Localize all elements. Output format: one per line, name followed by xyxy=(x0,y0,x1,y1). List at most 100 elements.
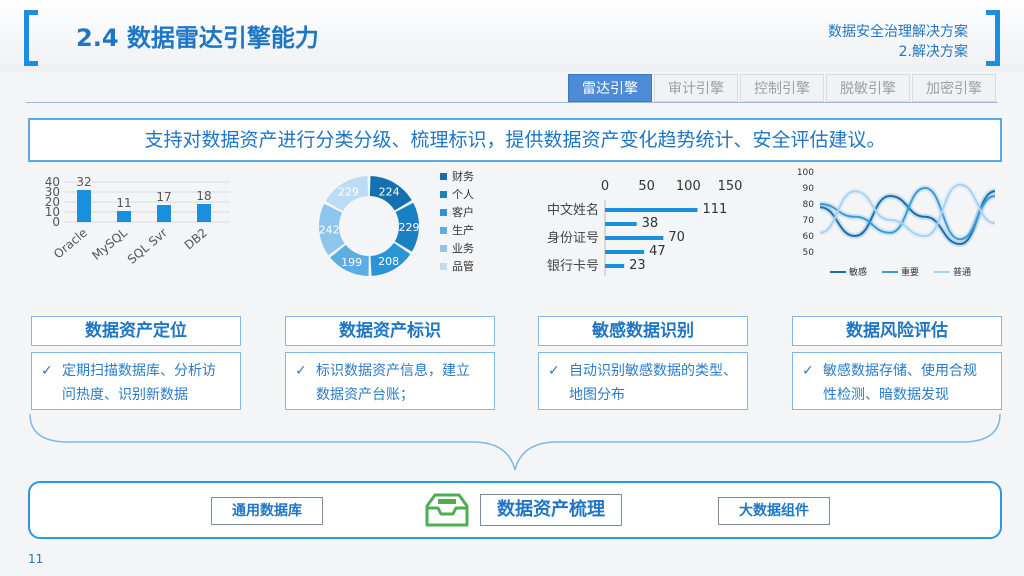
x-tick-label: DB2 xyxy=(182,226,210,253)
y-tick-label: 60 xyxy=(803,232,815,242)
legend-swatch xyxy=(440,209,447,216)
legend-label: 客户 xyxy=(452,205,474,219)
y-tick-label: 100 xyxy=(797,168,814,178)
tab-audit-engine[interactable]: 审计引擎 xyxy=(654,74,738,102)
page-title: 2.4 数据雷达引擎能力 xyxy=(76,24,319,52)
legend-swatch xyxy=(440,173,447,180)
asset-inventory-tag: 数据资产梳理 xyxy=(480,494,622,526)
card-text-line2: 问热度、识别新数据 xyxy=(62,387,188,403)
card-text-line2: 地图分布 xyxy=(569,387,625,403)
card-body-risk-assessment: ✓ 敏感数据存储、使用合规 性检测、暗数据发现 xyxy=(792,352,1002,410)
bar xyxy=(605,236,664,240)
bar xyxy=(605,222,637,226)
legend-label: 生产 xyxy=(452,223,474,237)
section-subtitle: 数据安全治理解决方案 2.解决方案 xyxy=(828,22,968,62)
data-label: 23 xyxy=(629,258,646,273)
legend-label: 重要 xyxy=(901,266,919,278)
card-title-sensitive-detection: 敏感数据识别 xyxy=(538,316,748,346)
engine-tabs: 雷达引擎 审计引擎 控制引擎 脱敏引擎 加密引擎 xyxy=(568,74,996,102)
y-tick-label: 银行卡号 xyxy=(547,259,599,274)
card-title-risk-assessment: 数据风险评估 xyxy=(792,316,1002,346)
card-body-asset-tagging: ✓ 标识数据资产信息，建立 数据资产台账； xyxy=(285,352,495,410)
card-text-line1: 敏感数据存储、使用合规 xyxy=(823,363,977,379)
data-label: 11 xyxy=(116,196,131,210)
data-label: 32 xyxy=(76,175,91,189)
slice-label: 199 xyxy=(341,256,362,269)
right-bracket xyxy=(986,10,1000,66)
bar xyxy=(117,211,131,222)
y-tick-label: 70 xyxy=(803,216,815,226)
slice-label: 224 xyxy=(379,185,400,198)
page-number: 11 xyxy=(28,552,44,566)
card-text-line1: 自动识别敏感数据的类型、 xyxy=(569,363,737,379)
trend-line-chart: 100 90 80 70 60 50 敏感 重要 普通 xyxy=(797,168,996,278)
data-label: 38 xyxy=(642,216,659,231)
card-text-line2: 数据资产台账； xyxy=(316,387,414,403)
y-tick-label: 中文姓名 xyxy=(547,202,599,218)
card-title-asset-location: 数据资产定位 xyxy=(31,316,241,346)
data-label: 47 xyxy=(649,244,666,259)
x-tick-label: MySQL xyxy=(89,225,130,262)
bar xyxy=(77,190,91,222)
db-bar-chart: 40302010032Oracle11MySQL17SQL Svr18DB2 xyxy=(45,175,230,267)
card-body-sensitive-detection: ✓ 自动识别敏感数据的类型、 地图分布 xyxy=(538,352,748,410)
check-icon: ✓ xyxy=(41,363,53,379)
left-bracket xyxy=(24,10,38,66)
legend-label: 普通 xyxy=(953,266,971,278)
check-icon: ✓ xyxy=(548,363,560,379)
tab-encryption-engine[interactable]: 加密引擎 xyxy=(912,74,996,102)
divider xyxy=(26,102,998,103)
inbox-icon xyxy=(425,493,469,527)
x-tick-label: 100 xyxy=(676,179,701,194)
slice-label: 208 xyxy=(378,255,399,268)
data-label: 18 xyxy=(196,189,211,203)
bigdata-component-tag: 大数据组件 xyxy=(718,497,830,525)
data-label: 17 xyxy=(156,190,171,204)
bar xyxy=(197,204,211,222)
summary-banner: 支持对数据资产进行分类分级、梳理标识，提供数据资产变化趋势统计、安全评估建议。 xyxy=(28,118,1002,162)
category-donut-chart: 224 229 208 199 242 229 财务个人客户生产业务品管 xyxy=(319,169,474,276)
card-text-line1: 定期扫描数据库、分析访 xyxy=(62,363,216,379)
bar xyxy=(605,250,645,254)
grouping-brace xyxy=(29,413,1001,471)
sensitive-hbar-chart: 0 50 100 150 中文姓名 111 38 身份证号 7047 银行卡号 23 xyxy=(547,179,743,276)
legend-swatch xyxy=(440,263,447,270)
legend-label: 业务 xyxy=(452,242,474,255)
check-icon: ✓ xyxy=(295,363,307,379)
data-label: 70 xyxy=(668,230,685,245)
bar xyxy=(605,208,698,212)
x-tick-label: SQL Svr xyxy=(125,226,170,267)
slice-label: 242 xyxy=(319,223,340,236)
legend-swatch xyxy=(440,245,447,252)
general-database-tag: 通用数据库 xyxy=(211,497,323,525)
subtitle-line2: 2.解决方案 xyxy=(898,44,968,60)
x-tick-label: 0 xyxy=(601,179,609,194)
legend-label: 个人 xyxy=(452,188,474,201)
tab-control-engine[interactable]: 控制引擎 xyxy=(740,74,824,102)
card-text-line1: 标识数据资产信息，建立 xyxy=(316,363,470,379)
slice-label: 229 xyxy=(398,221,419,234)
y-tick-label: 80 xyxy=(803,200,815,210)
check-icon: ✓ xyxy=(802,363,814,379)
x-tick-label: 50 xyxy=(638,179,655,194)
data-label: 111 xyxy=(703,202,728,217)
card-text-line2: 性检测、暗数据发现 xyxy=(823,387,949,403)
legend-swatch xyxy=(440,191,447,198)
tab-masking-engine[interactable]: 脱敏引擎 xyxy=(826,74,910,102)
x-tick-label: 150 xyxy=(718,179,743,194)
y-tick-label: 身份证号 xyxy=(547,230,599,246)
legend-swatch xyxy=(440,227,447,234)
slice-label: 229 xyxy=(338,186,359,199)
slide: 2.4 数据雷达引擎能力 数据安全治理解决方案 2.解决方案 雷达引擎 审计引擎… xyxy=(0,0,1024,576)
y-tick-label: 50 xyxy=(803,248,815,258)
card-body-asset-location: ✓ 定期扫描数据库、分析访 问热度、识别新数据 xyxy=(31,352,241,410)
x-tick-label: Oracle xyxy=(51,226,90,262)
tab-radar-engine[interactable]: 雷达引擎 xyxy=(568,74,652,102)
legend-label: 品管 xyxy=(452,259,474,273)
y-tick-label: 0 xyxy=(52,215,60,229)
legend-label: 财务 xyxy=(452,169,474,183)
bar xyxy=(157,205,171,222)
subtitle-line1: 数据安全治理解决方案 xyxy=(828,24,968,40)
bar xyxy=(605,264,625,268)
card-title-asset-tagging: 数据资产标识 xyxy=(285,316,495,346)
